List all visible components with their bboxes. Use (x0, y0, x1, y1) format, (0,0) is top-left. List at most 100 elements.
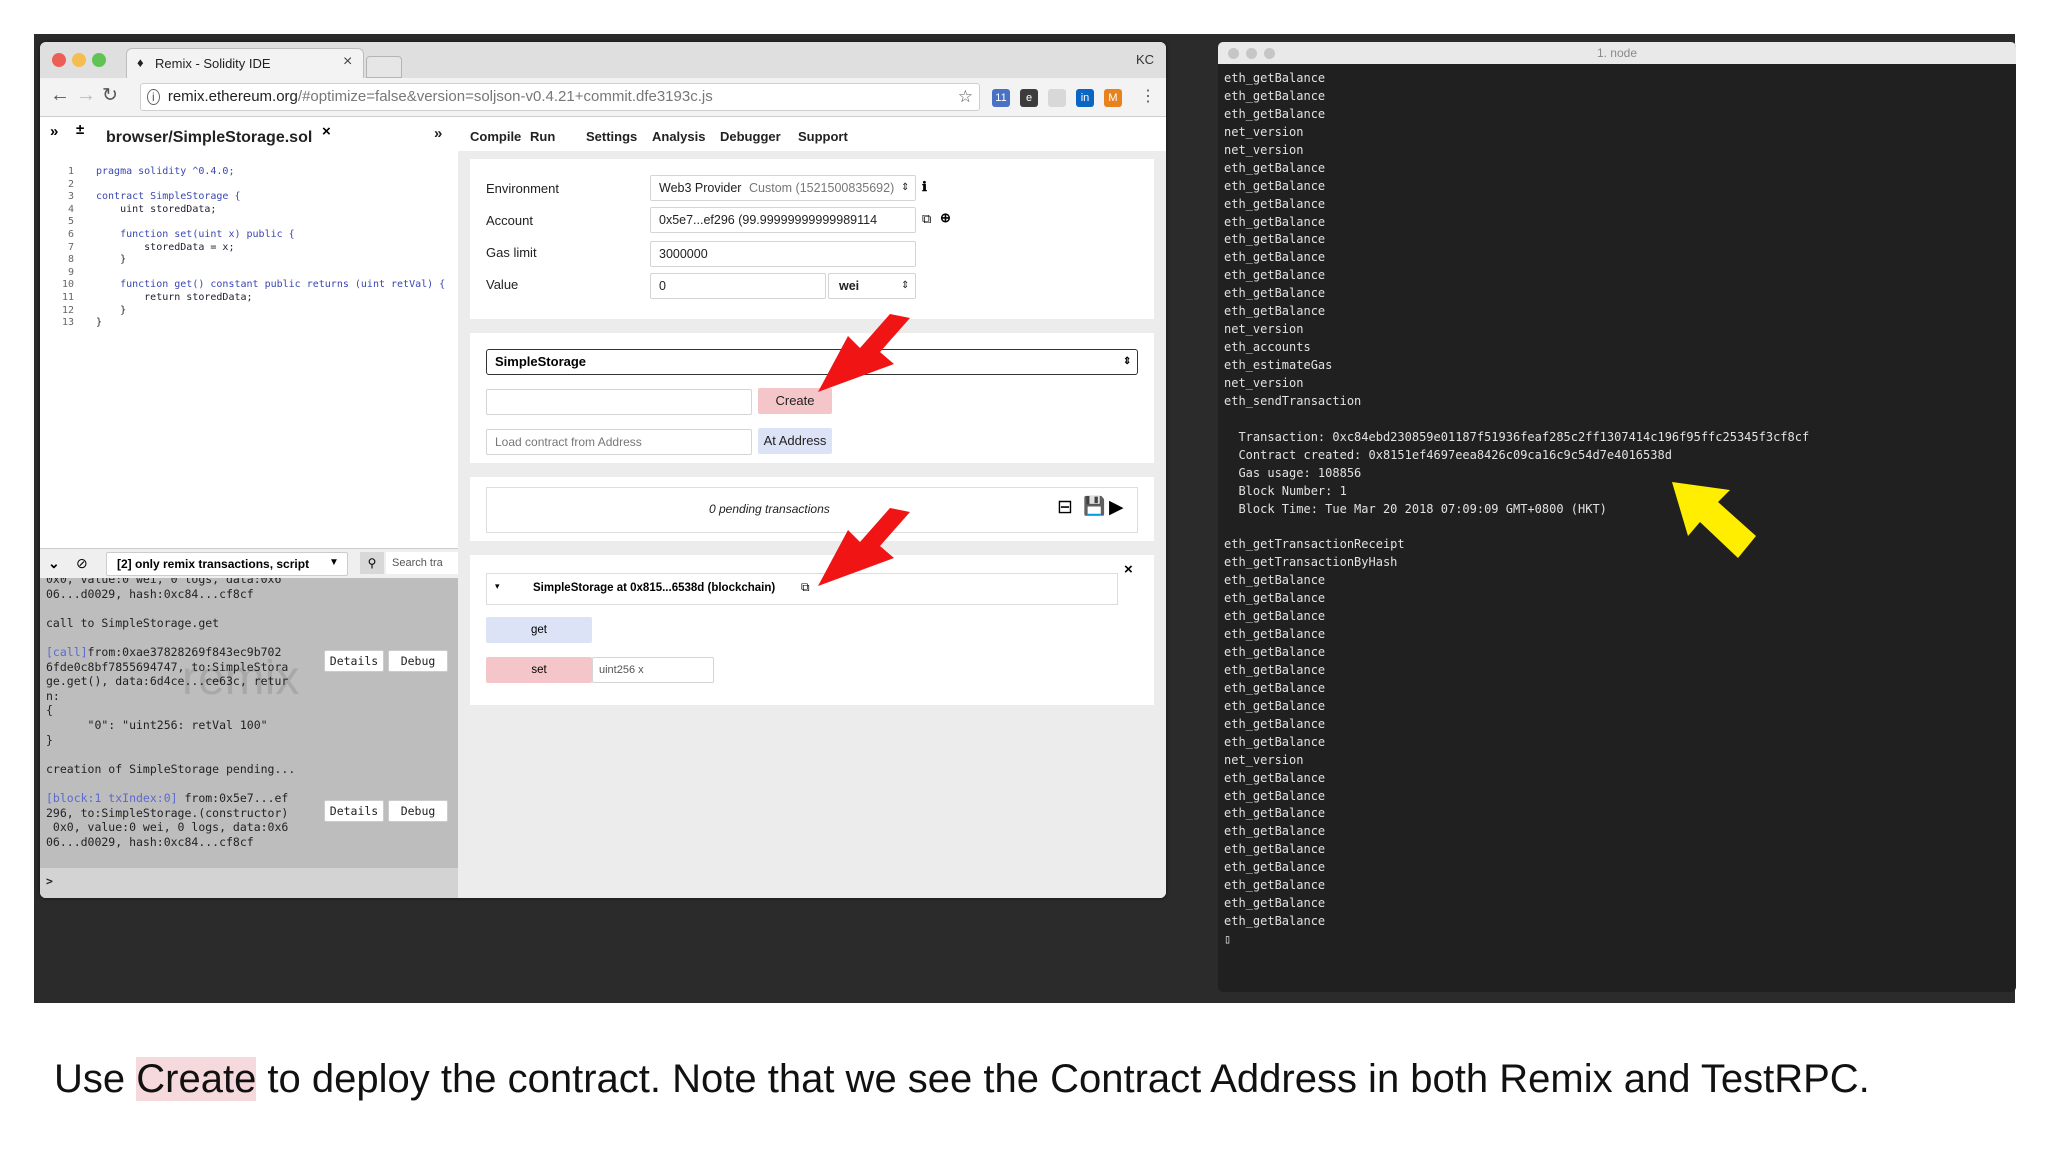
console-line: 06...d0029, hash:0xc84...cf8cf (46, 834, 254, 849)
search-icon[interactable]: ⚲ (360, 552, 384, 574)
terminal-line: eth_estimateGas (1224, 358, 1333, 372)
value-unit: wei (839, 279, 860, 293)
console-output: remix 0x0, value:0 wei, 0 logs, data:0x6… (40, 578, 458, 898)
extension-grey-icon[interactable] (1048, 89, 1066, 107)
line-number: 4 (67, 203, 74, 215)
tab-debugger[interactable]: Debugger (720, 129, 781, 144)
value-value: 0 (659, 279, 666, 293)
terminal-line: eth_getBalance (1224, 627, 1326, 642)
console-line: 0x0, value:0 wei, 0 logs, data:0x6 (46, 578, 282, 586)
terminal-line: eth_getBalance (1224, 788, 1326, 803)
back-icon[interactable]: ← (50, 84, 70, 107)
caret-down-icon: ▾ (495, 581, 500, 591)
code-line: function set(uint x) public { (96, 229, 295, 240)
line-number: 5 (67, 216, 74, 228)
save-icon[interactable]: 💾 (1083, 496, 1105, 517)
browser-tab[interactable]: ♦ Remix - Solidity IDE × (126, 48, 364, 79)
plus-circle-icon[interactable]: ⊕ (940, 210, 951, 226)
tab-settings[interactable]: Settings (586, 129, 637, 144)
chevron-down-icon[interactable]: ⌄ (48, 555, 60, 572)
set-button[interactable]: set (486, 657, 592, 683)
terminal-line: Gas usage: 108856 (1224, 465, 1362, 480)
extension-metamask-icon[interactable]: M (1104, 89, 1122, 107)
terminal-title-bar: 1. node (1218, 42, 2016, 64)
extension-linkedin-icon[interactable]: in (1076, 89, 1094, 107)
tab-run[interactable]: Run (530, 129, 555, 144)
extension-calendar-icon[interactable]: 11 (992, 89, 1010, 107)
console-tag: [block:1 txIndex:0] (46, 791, 178, 805)
code-line: uint storedData; (96, 203, 217, 215)
details-button[interactable]: Details (324, 650, 384, 672)
info-icon: i (147, 89, 160, 105)
set-arg-input[interactable]: uint256 x (592, 657, 714, 683)
terminal-line: eth_getTransactionByHash (1224, 555, 1398, 570)
get-button[interactable]: get (486, 617, 592, 643)
tab-analysis[interactable]: Analysis (652, 129, 705, 144)
caption-after: to deploy the contract. Note that we see… (256, 1057, 1870, 1101)
star-icon[interactable]: ☆ (958, 84, 973, 110)
terminal-line: eth_getBalance (1224, 71, 1326, 85)
copy-icon[interactable]: ⧉ (922, 211, 931, 227)
upload-icon[interactable]: ± (76, 121, 84, 138)
terminal-line: eth_getBalance (1224, 160, 1326, 175)
terminal-line: eth_getBalance (1224, 914, 1326, 929)
terminal-line: eth_getBalance (1224, 268, 1326, 283)
maximize-window-button[interactable] (1264, 48, 1275, 59)
minimize-window-button[interactable] (72, 53, 86, 67)
gas-limit-label: Gas limit (486, 245, 537, 260)
file-close-icon[interactable]: × (322, 123, 331, 140)
close-window-button[interactable] (52, 53, 66, 67)
info-icon[interactable]: ℹ (922, 179, 927, 195)
debug-button[interactable]: Debug (388, 800, 448, 822)
collapse-files-icon[interactable]: » (50, 123, 58, 140)
console-filter-select[interactable]: [2] only remix transactions, script ▼ (106, 552, 348, 576)
value-unit-select[interactable]: wei ⇕ (828, 273, 916, 299)
close-icon[interactable]: × (1124, 561, 1133, 578)
line-number: 6 (67, 229, 74, 240)
console-tag: [call] (46, 645, 88, 659)
account-value: 0x5e7...ef296 (99.99999999999989114 (659, 213, 878, 227)
collapse-icon[interactable]: ⊟ (1057, 496, 1073, 519)
code-editor[interactable]: 1 pragma solidity ^0.4.0; 2 3 contract Simpl… (40, 152, 458, 552)
details-button[interactable]: Details (324, 800, 384, 822)
forward-icon[interactable]: → (76, 84, 96, 107)
debug-button[interactable]: Debug (388, 650, 448, 672)
value-input[interactable]: 0 (650, 273, 826, 299)
play-icon[interactable]: ▶ (1109, 496, 1124, 519)
at-address-button[interactable]: At Address (758, 428, 832, 454)
terminal-line: eth_getBalance (1224, 250, 1326, 265)
instance-header[interactable]: ▾ SimpleStorage at 0x815...6538d (blockc… (486, 573, 1118, 605)
terminal-window: 1. node eth_getBalance eth_getBalance eth_… (1218, 42, 2016, 992)
maximize-window-button[interactable] (92, 53, 106, 67)
clear-console-icon[interactable]: ⊘ (76, 555, 88, 572)
tab-compile[interactable]: Compile (470, 129, 521, 144)
terminal-line: eth_getBalance (1224, 214, 1326, 229)
address-bar[interactable]: i remix.ethereum.org/#optimize=false&ver… (140, 83, 980, 111)
terminal-line: eth_getBalance (1224, 88, 1326, 103)
minimize-window-button[interactable] (1246, 48, 1257, 59)
load-address-input[interactable]: Load contract from Address (486, 429, 752, 455)
tab-close-icon[interactable]: × (343, 53, 352, 71)
terminal-line: eth_getBalance (1224, 698, 1326, 713)
close-window-button[interactable] (1228, 48, 1239, 59)
console-input[interactable]: > (40, 868, 458, 898)
gas-limit-input[interactable]: 3000000 (650, 241, 916, 267)
environment-select[interactable]: Web3 Provider Custom (1521500835692) ⇕ (650, 175, 916, 201)
terminal-line: eth_getBalance (1224, 806, 1326, 821)
search-placeholder: Search tra (392, 557, 443, 569)
copy-icon[interactable]: ⧉ (801, 580, 810, 595)
tab-support[interactable]: Support (798, 129, 848, 144)
url-path: /#optimize=false&version=soljson-v0.4.21… (297, 88, 713, 105)
extension-evernote-icon[interactable]: e (1020, 89, 1038, 107)
file-tab[interactable]: browser/SimpleStorage.sol (106, 129, 312, 147)
console-search-input[interactable]: Search tra (386, 552, 458, 574)
menu-icon[interactable]: ⋮ (1140, 86, 1156, 106)
account-select[interactable]: 0x5e7...ef296 (99.99999999999989114 (650, 207, 916, 233)
collapse-panel-icon[interactable]: » (434, 125, 442, 142)
new-tab-button[interactable] (366, 56, 402, 78)
profile-badge[interactable]: KC (1136, 52, 1154, 67)
line-number: 3 (67, 191, 74, 203)
caption-before: Use (54, 1057, 137, 1101)
reload-icon[interactable]: ↻ (102, 84, 118, 107)
constructor-args-input[interactable] (486, 389, 752, 415)
